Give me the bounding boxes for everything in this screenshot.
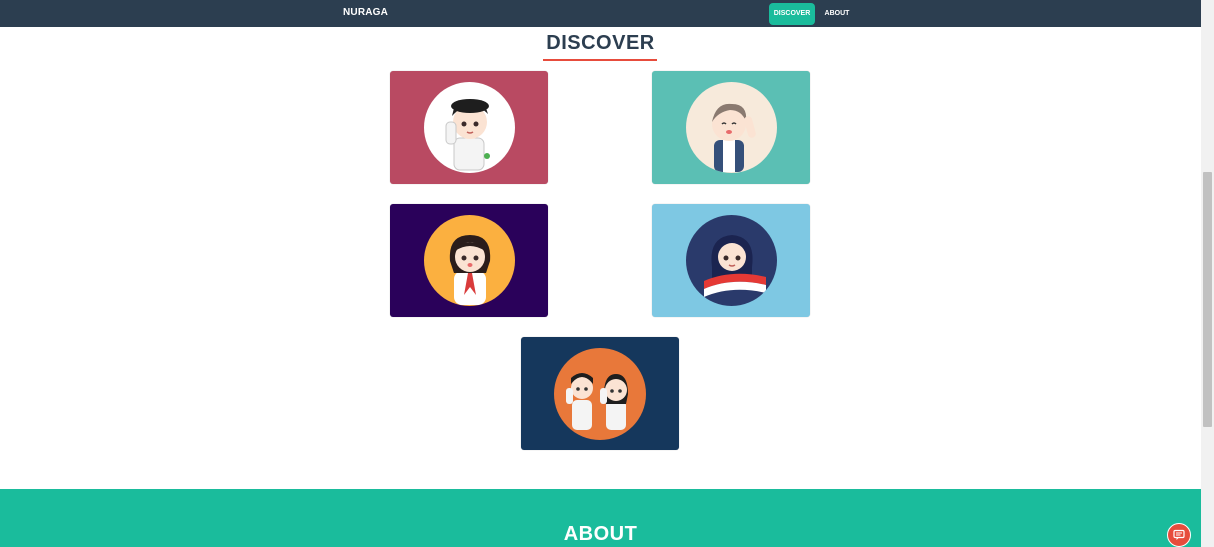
about-section: ABOUT [0,489,1201,547]
card-hijab-girl[interactable] [652,204,810,317]
discover-title: DISCOVER [546,32,655,54]
card-waving-boy[interactable] [652,71,810,184]
scout-boy-salute-avatar [424,82,515,173]
chat-icon [1173,529,1185,540]
navbar: NURAGA DISCOVER ABOUT [0,0,1201,27]
about-title: ABOUT [563,523,638,545]
card-scout-pair[interactable] [521,337,679,450]
nav-discover-link[interactable]: DISCOVER [769,3,815,25]
title-underline [543,59,657,61]
scrollbar-thumb[interactable] [1203,172,1212,427]
scout-girl-avatar [424,215,515,306]
nav-about-link[interactable]: ABOUT [818,3,856,25]
scout-pair-salute-avatar [554,348,646,440]
hijab-girl-flag-avatar [686,215,777,306]
card-scout-boy[interactable] [390,71,548,184]
chat-button[interactable] [1167,523,1191,547]
card-scout-girl[interactable] [390,204,548,317]
brand-logo[interactable]: NURAGA [343,7,388,18]
boy-waving-avatar [686,82,777,173]
